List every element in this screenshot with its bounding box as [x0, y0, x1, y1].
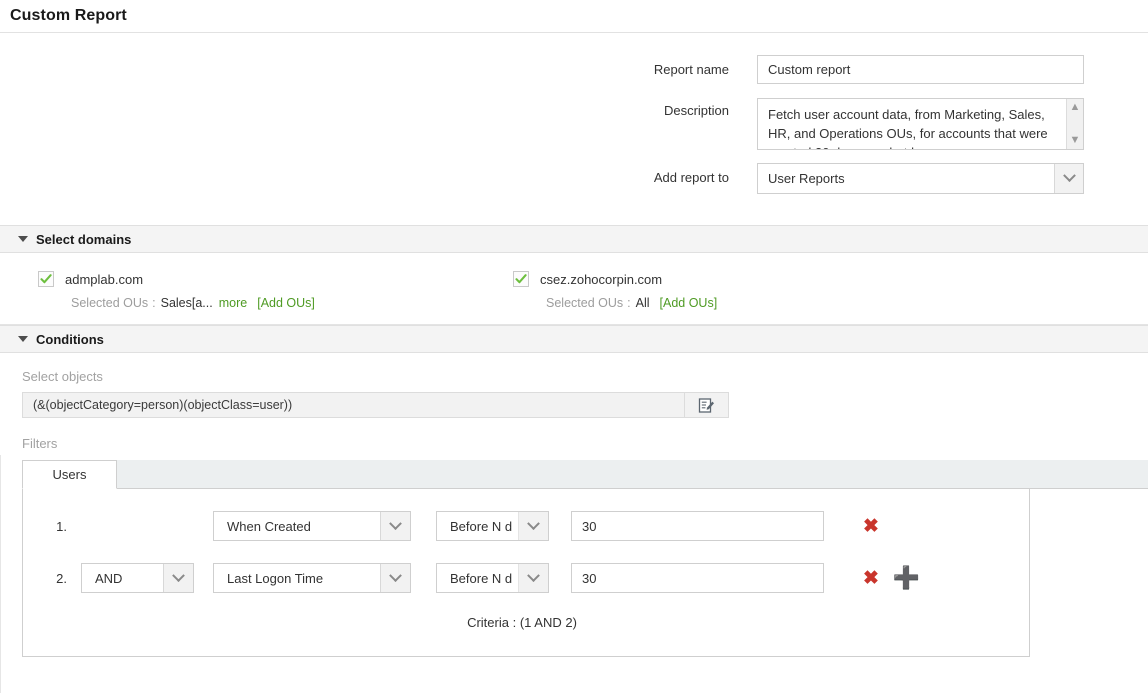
chevron-down-icon[interactable]	[518, 512, 548, 540]
filter-condition-select[interactable]: Before N d	[436, 563, 549, 593]
filter-row-number: 2.	[56, 570, 67, 586]
filter-conjunction-select[interactable]: AND	[81, 563, 194, 593]
filter-value-slot	[571, 511, 843, 541]
domain-checkbox-admplab[interactable]	[38, 271, 54, 287]
filter-row-actions: ✖	[843, 517, 879, 536]
filter-conjunction-slot: AND	[75, 563, 213, 593]
tab-users-label: Users	[52, 467, 87, 482]
tab-users[interactable]: Users	[22, 460, 117, 489]
conditions-body: Select objects (&(objectCategory=person)…	[0, 353, 1148, 657]
select-domains-title: Select domains	[36, 231, 132, 247]
domain-checkbox-csez[interactable]	[513, 271, 529, 287]
criteria-label: Criteria :	[467, 615, 517, 630]
criteria-summary: Criteria : (1 AND 2)	[23, 615, 1029, 630]
remove-filter-icon[interactable]: ✖	[863, 569, 879, 588]
selected-ous-value: All	[635, 296, 650, 310]
remove-filter-icon[interactable]: ✖	[863, 517, 879, 536]
collapse-triangle-icon[interactable]	[18, 336, 28, 342]
filter-attribute-select[interactable]: When Created	[213, 511, 411, 541]
ldap-filter-row: (&(objectCategory=person)(objectClass=us…	[22, 392, 1148, 418]
filters-label: Filters	[22, 436, 58, 451]
description-scrollbar[interactable]: ▲ ▼	[1066, 99, 1083, 149]
collapse-triangle-icon[interactable]	[18, 236, 28, 242]
add-ous-link[interactable]: [Add OUs]	[660, 296, 718, 310]
filter-conjunction-value: AND	[95, 570, 123, 586]
chevron-down-icon[interactable]	[518, 564, 548, 592]
domains-list: admplab.com Selected OUs : Sales[a... mo…	[0, 253, 1148, 325]
filter-attribute-select[interactable]: Last Logon Time	[213, 563, 411, 593]
add-report-to-value: User Reports	[768, 171, 845, 186]
scroll-up-icon[interactable]: ▲	[1070, 102, 1081, 113]
filter-value-slot	[571, 563, 843, 593]
filter-condition-value: Before N d	[450, 518, 513, 534]
left-page-rule	[0, 455, 1, 693]
filters-tabstrip: Users	[22, 460, 1148, 489]
description-row: Description Fetch user account data, fro…	[0, 98, 1148, 150]
add-report-to-select[interactable]: User Reports	[757, 163, 1084, 194]
filter-attribute-slot: When Created	[213, 511, 436, 541]
filter-row-number: 1.	[56, 518, 67, 534]
ou-colon: :	[152, 296, 156, 310]
page-title: Custom Report	[10, 7, 127, 24]
description-field-wrap: Fetch user account data, from Marketing,…	[757, 98, 1084, 150]
add-ous-link[interactable]: [Add OUs]	[257, 296, 315, 310]
report-meta-form: Report name Description Fetch user accou…	[0, 33, 1148, 225]
chevron-down-icon[interactable]	[380, 512, 410, 540]
scroll-down-icon[interactable]: ▼	[1070, 135, 1081, 146]
criteria-value: (1 AND 2)	[519, 615, 577, 630]
selected-ous-label: Selected OUs	[71, 296, 149, 310]
filters-panel: 1. When Created Before N d 30 ✖ 2. AND L…	[22, 489, 1030, 657]
domain-ou-row: Selected OUs : Sales[a... more [Add OUs]	[38, 296, 480, 310]
filter-condition-slot: Before N d	[436, 563, 571, 593]
ou-colon: :	[627, 296, 631, 310]
filter-row-actions: ✖ ➕	[843, 567, 920, 589]
filter-attribute-value: When Created	[227, 518, 311, 534]
chevron-down-icon[interactable]	[1054, 164, 1083, 193]
domain-ou-row: Selected OUs : All [Add OUs]	[513, 296, 960, 310]
select-domains-header[interactable]: Select domains	[0, 225, 1148, 253]
report-name-label: Report name	[653, 62, 729, 77]
custom-report-page: Custom Report Report name Description Fe…	[0, 0, 1148, 693]
conditions-header[interactable]: Conditions	[0, 325, 1148, 353]
ldap-filter-value[interactable]: (&(objectCategory=person)(objectClass=us…	[22, 392, 685, 418]
add-filter-icon[interactable]: ➕	[893, 567, 920, 589]
domain-item-csez: csez.zohocorpin.com Selected OUs : All […	[480, 271, 960, 310]
filter-attribute-value: Last Logon Time	[227, 570, 324, 586]
filter-condition-value: Before N d	[450, 570, 513, 586]
add-report-to-label: Add report to	[653, 170, 729, 185]
selected-ous-label: Selected OUs	[546, 296, 624, 310]
chevron-down-icon[interactable]	[163, 564, 193, 592]
domain-name: admplab.com	[65, 271, 144, 287]
title-bar: Custom Report	[0, 0, 1148, 33]
filter-condition-select[interactable]: Before N d	[436, 511, 549, 541]
report-name-row: Report name	[0, 55, 1148, 85]
domain-name: csez.zohocorpin.com	[540, 271, 663, 287]
edit-icon	[698, 397, 714, 413]
description-textarea[interactable]: Fetch user account data, from Marketing,…	[758, 99, 1065, 149]
edit-ldap-filter-button[interactable]	[685, 392, 729, 418]
domain-item-admplab: admplab.com Selected OUs : Sales[a... mo…	[0, 271, 480, 310]
filter-condition-slot: Before N d	[436, 511, 571, 541]
filter-row: 1. When Created Before N d 30 ✖	[23, 511, 1029, 541]
filter-attribute-slot: Last Logon Time	[213, 563, 436, 593]
filter-value-input[interactable]	[571, 511, 824, 541]
description-label: Description	[663, 103, 729, 118]
conditions-title: Conditions	[36, 331, 104, 347]
filter-value-input[interactable]	[571, 563, 824, 593]
selected-ous-value: Sales[a...	[160, 296, 213, 310]
chevron-down-icon[interactable]	[380, 564, 410, 592]
report-name-input[interactable]	[757, 55, 1084, 84]
select-objects-label: Select objects	[22, 369, 103, 384]
filter-row: 2. AND Last Logon Time Before N d 30 ✖ ➕	[23, 563, 1029, 593]
add-report-to-row: Add report to User Reports	[0, 163, 1148, 194]
more-ous-link[interactable]: more	[219, 296, 247, 310]
